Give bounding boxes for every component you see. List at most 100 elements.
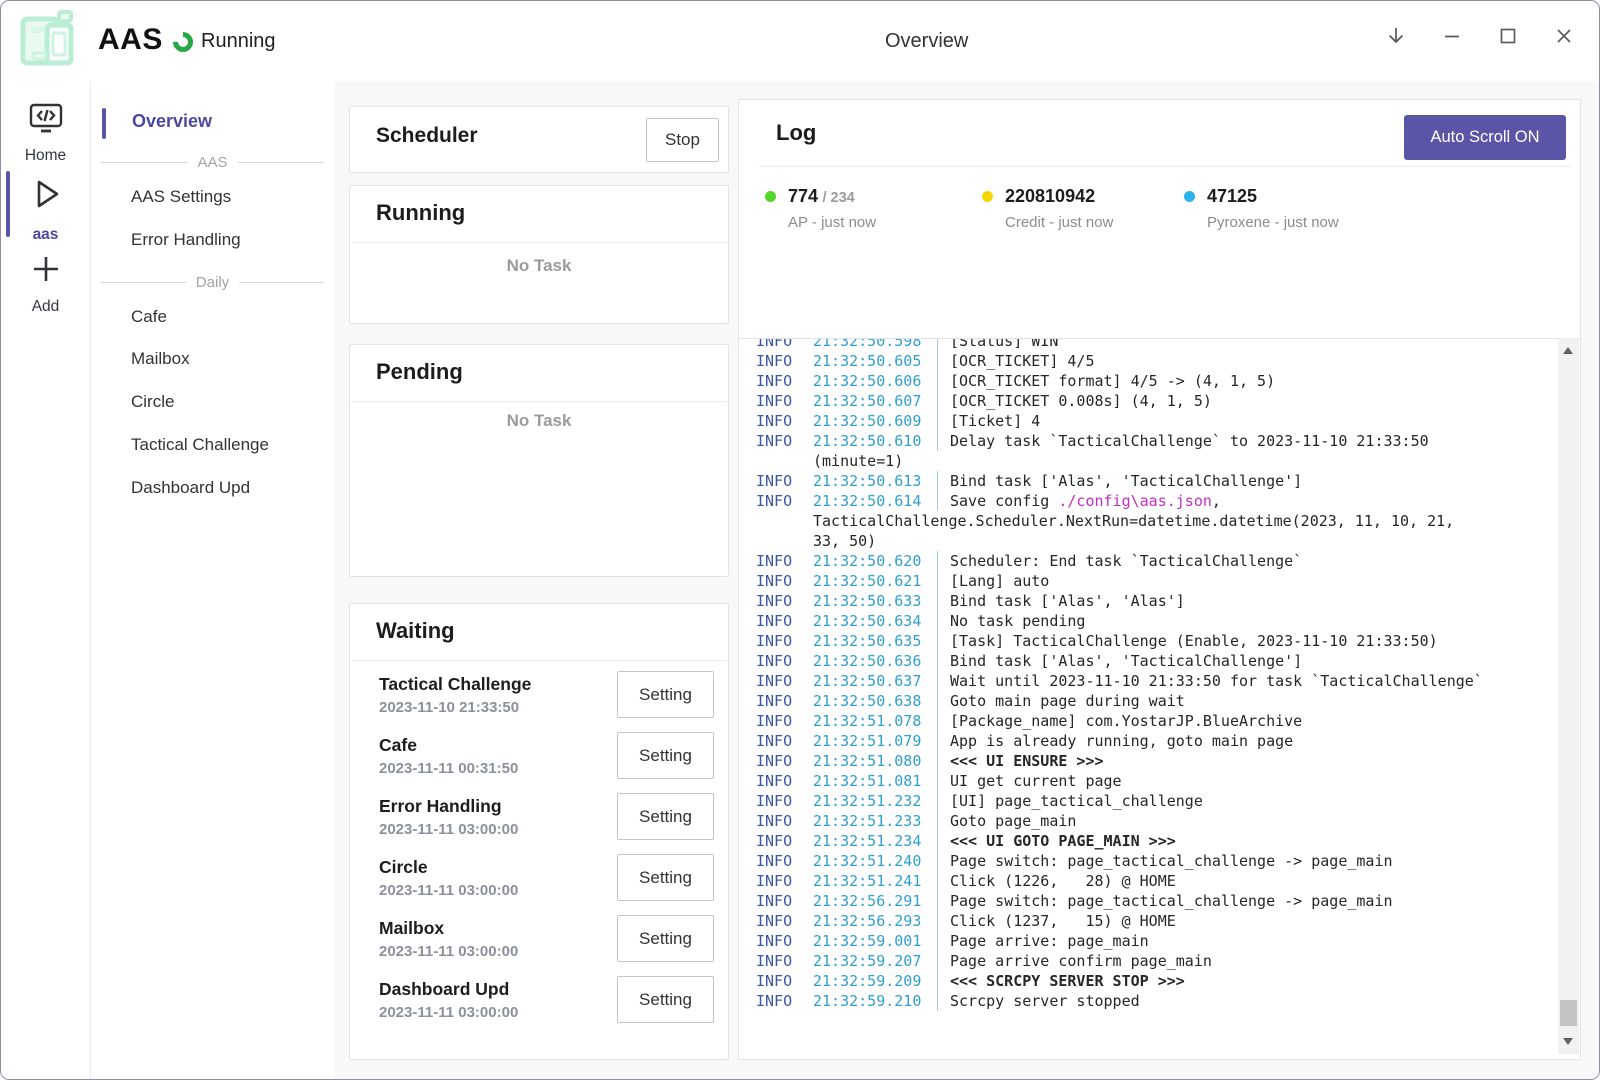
close-button[interactable] (1543, 15, 1585, 57)
log-line: INFO21:32:50.637Wait until 2023-11-10 21… (756, 671, 1554, 691)
log-line: INFO21:32:50.635[Task] TacticalChallenge… (756, 631, 1554, 651)
waiting-row-text: Tactical Challenge 2023-11-10 21:33:50 (379, 674, 531, 716)
log-time: 21:32:59.207 (813, 951, 923, 971)
log-time: 21:32:50.614 (813, 491, 923, 511)
waiting-task-name: Error Handling (379, 796, 518, 817)
log-time: 21:32:50.637 (813, 671, 923, 691)
log-level: INFO (756, 831, 813, 851)
sidebar-item-aas[interactable]: aas (1, 175, 90, 244)
log-separator (937, 611, 938, 631)
scroll-down-arrow-icon[interactable] (1563, 1038, 1573, 1045)
log-message: (minute=1) (813, 451, 1554, 471)
sidebar-item-add[interactable]: Add (1, 253, 90, 316)
maximize-button[interactable] (1487, 15, 1529, 57)
log-level: INFO (756, 811, 813, 831)
log-message: Click (1237, 15) @ HOME (950, 911, 1554, 931)
log-line: INFO21:32:50.613Bind task ['Alas', 'Tact… (756, 471, 1554, 491)
waiting-list: Tactical Challenge 2023-11-10 21:33:50 S… (350, 664, 728, 1030)
waiting-task-time: 2023-11-11 03:00:00 (379, 882, 518, 899)
setting-button[interactable]: Setting (617, 793, 714, 840)
setting-button[interactable]: Setting (617, 671, 714, 718)
log-message: <<< SCRCPY SERVER STOP >>> (950, 971, 1554, 991)
download-arrow-button[interactable] (1375, 15, 1417, 57)
play-icon (27, 175, 65, 218)
setting-button[interactable]: Setting (617, 976, 714, 1023)
auto-scroll-toggle-button[interactable]: Auto Scroll ON (1404, 115, 1566, 160)
log-message: Bind task ['Alas', 'TacticalChallenge'] (950, 471, 1554, 491)
waiting-card: Waiting Tactical Challenge 2023-11-10 21… (349, 603, 729, 1060)
log-line: INFO21:32:50.620Scheduler: End task `Tac… (756, 551, 1554, 571)
log-time: 21:32:51.081 (813, 771, 923, 791)
log-separator (937, 338, 938, 351)
menu-item-tactical-challenge[interactable]: Tactical Challenge (131, 435, 269, 455)
running-spinner-icon (169, 28, 197, 56)
log-time: 21:32:51.233 (813, 811, 923, 831)
log-separator (937, 711, 938, 731)
app-window: AAS Running Overview (0, 0, 1600, 1080)
log-message: [Task] TacticalChallenge (Enable, 2023-1… (950, 631, 1554, 651)
log-lines: INFO21:32:50.598[Status] WIN INFO21:32:5… (756, 338, 1554, 1011)
log-line: INFO21:32:50.598[Status] WIN (756, 338, 1554, 351)
scroll-up-arrow-icon[interactable] (1563, 347, 1573, 354)
log-separator (937, 731, 938, 751)
log-line: INFO21:32:51.078[Package_name] com.Yosta… (756, 711, 1554, 731)
log-message: Save config ./config\aas.json, (950, 491, 1554, 511)
waiting-row: Tactical Challenge 2023-11-10 21:33:50 S… (350, 664, 728, 725)
pyroxene-value: 47125 (1207, 186, 1257, 206)
waiting-row-text: Cafe 2023-11-11 00:31:50 (379, 735, 518, 777)
log-scrollbar[interactable] (1558, 338, 1579, 1054)
menu-item-aas-settings[interactable]: AAS Settings (131, 187, 231, 207)
log-separator (937, 931, 938, 951)
stop-button[interactable]: Stop (646, 118, 719, 162)
window-controls (1375, 15, 1585, 57)
setting-button[interactable]: Setting (617, 854, 714, 901)
waiting-task-name: Tactical Challenge (379, 674, 531, 695)
log-separator (937, 871, 938, 891)
log-message: [Ticket] 4 (950, 411, 1554, 431)
sidebar-item-home[interactable]: Home (1, 103, 90, 165)
waiting-task-time: 2023-11-10 21:33:50 (379, 699, 531, 716)
log-level: INFO (756, 551, 813, 571)
log-line: INFO21:32:51.234<<< UI GOTO PAGE_MAIN >>… (756, 831, 1554, 851)
credit-label: Credit - just now (1005, 214, 1113, 231)
home-code-monitor-icon (28, 103, 64, 139)
minimize-button[interactable] (1431, 15, 1473, 57)
stat-credit: 220810942 Credit - just now (982, 186, 1113, 231)
log-separator (937, 651, 938, 671)
menu-item-cafe[interactable]: Cafe (131, 307, 167, 327)
running-title: Running (376, 200, 465, 226)
menu-item-circle[interactable]: Circle (131, 392, 174, 412)
log-level: INFO (756, 491, 813, 511)
menu-item-overview[interactable]: Overview (132, 111, 212, 132)
ap-value: 774 (788, 186, 818, 206)
log-line: INFO21:32:50.614 Save config ./config\aas… (756, 491, 1554, 511)
log-line: INFO21:32:51.240Page switch: page_tactic… (756, 851, 1554, 871)
scrollbar-thumb[interactable] (1560, 1000, 1577, 1026)
log-line: INFO21:32:51.232[UI] page_tactical_chall… (756, 791, 1554, 811)
log-time: 21:32:50.606 (813, 371, 923, 391)
log-separator (937, 951, 938, 971)
menu-item-mailbox[interactable]: Mailbox (131, 349, 190, 369)
menu-item-dashboard-upd[interactable]: Dashboard Upd (131, 478, 250, 498)
content-area: Scheduler Stop Running No Task Pending N… (334, 81, 1599, 1079)
log-separator (937, 811, 938, 831)
log-level: INFO (756, 471, 813, 491)
pyroxene-label: Pyroxene - just now (1207, 214, 1339, 231)
log-level: INFO (756, 711, 813, 731)
log-line: INFO21:32:51.081UI get current page (756, 771, 1554, 791)
pending-empty-text: No Task (350, 411, 728, 431)
log-separator (937, 351, 938, 371)
setting-button[interactable]: Setting (617, 915, 714, 962)
log-level: INFO (756, 591, 813, 611)
log-scroll-area[interactable]: INFO21:32:50.598[Status] WIN INFO21:32:5… (739, 338, 1580, 1055)
menu-item-error-handling[interactable]: Error Handling (131, 230, 241, 250)
log-level: INFO (756, 871, 813, 891)
log-time: 21:32:51.080 (813, 751, 923, 771)
log-card: Log Auto Scroll ON 774 / 234 AP - just n… (738, 99, 1581, 1060)
waiting-row: Cafe 2023-11-11 00:31:50 Setting (350, 725, 728, 786)
setting-button[interactable]: Setting (617, 732, 714, 779)
log-line: INFO21:32:50.634No task pending (756, 611, 1554, 631)
log-line: INFO21:32:50.609[Ticket] 4 (756, 411, 1554, 431)
log-level: INFO (756, 391, 813, 411)
log-level: INFO (756, 751, 813, 771)
